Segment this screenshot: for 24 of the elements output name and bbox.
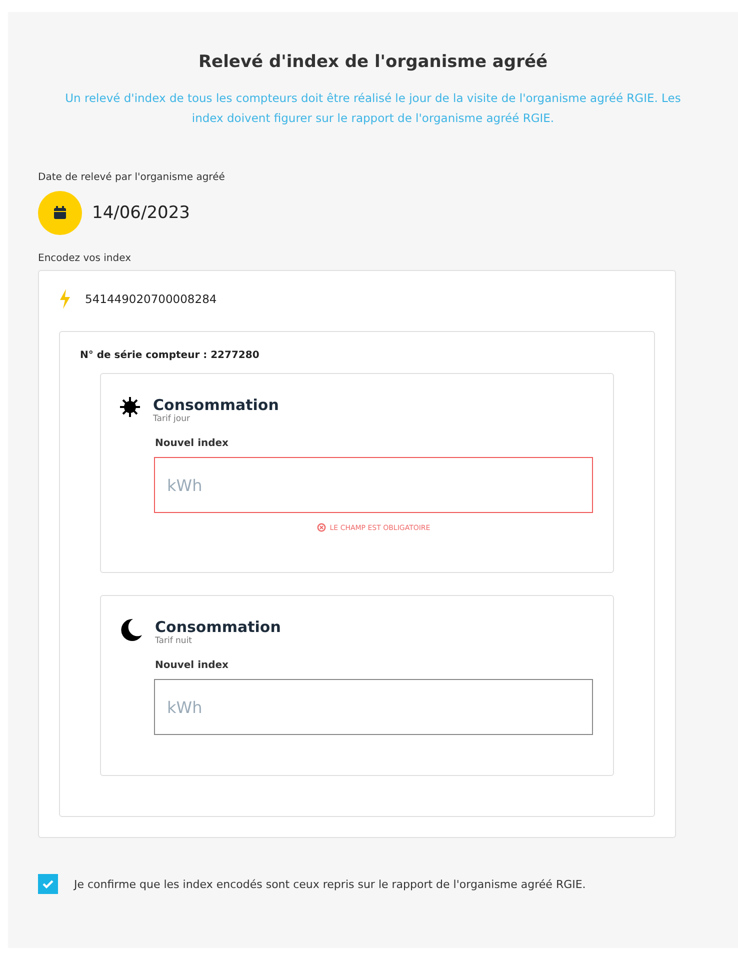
intro-text: Un relevé d'index de tous les compteurs doit être réalisé le jour de la visite de l'organisme agréé RGIE. Les index doivent figurer sur le rapport de l'organisme agréé RGIE. <box>64 90 682 127</box>
date-label: Date de relevé par l'organisme agréé <box>38 172 226 183</box>
check-icon <box>42 879 54 889</box>
register-subtitle: Tarif jour <box>153 414 191 424</box>
register-title: Consommation <box>153 396 279 414</box>
moon-icon <box>119 618 143 642</box>
page-title: Relevé d'index de l'organisme agréé <box>197 52 549 72</box>
index-label: Encodez vos index <box>38 253 132 264</box>
confirm-checkbox[interactable] <box>38 874 58 894</box>
field-label: Nouvel index <box>155 438 230 449</box>
register-subtitle: Tarif nuit <box>155 636 194 646</box>
calendar-icon <box>53 206 67 220</box>
lightning-icon <box>59 289 71 309</box>
field-label: Nouvel index <box>155 660 230 671</box>
calendar-button[interactable] <box>38 191 82 235</box>
index-input[interactable]: kWh <box>154 679 593 735</box>
sun-icon <box>119 396 141 418</box>
confirm-label: Je confirme que les index encodés sont ceux repris sur le rapport de l'organisme agréé RGIE. <box>74 878 586 890</box>
date-value[interactable]: 14/06/2023 <box>92 203 190 223</box>
ean-number: 541449020700008284 <box>85 292 217 306</box>
register-title: Consommation <box>155 618 281 636</box>
error-icon <box>316 523 326 532</box>
index-input[interactable]: kWh <box>154 457 593 513</box>
serial-number: N° de série compteur : 2277280 <box>80 350 260 361</box>
